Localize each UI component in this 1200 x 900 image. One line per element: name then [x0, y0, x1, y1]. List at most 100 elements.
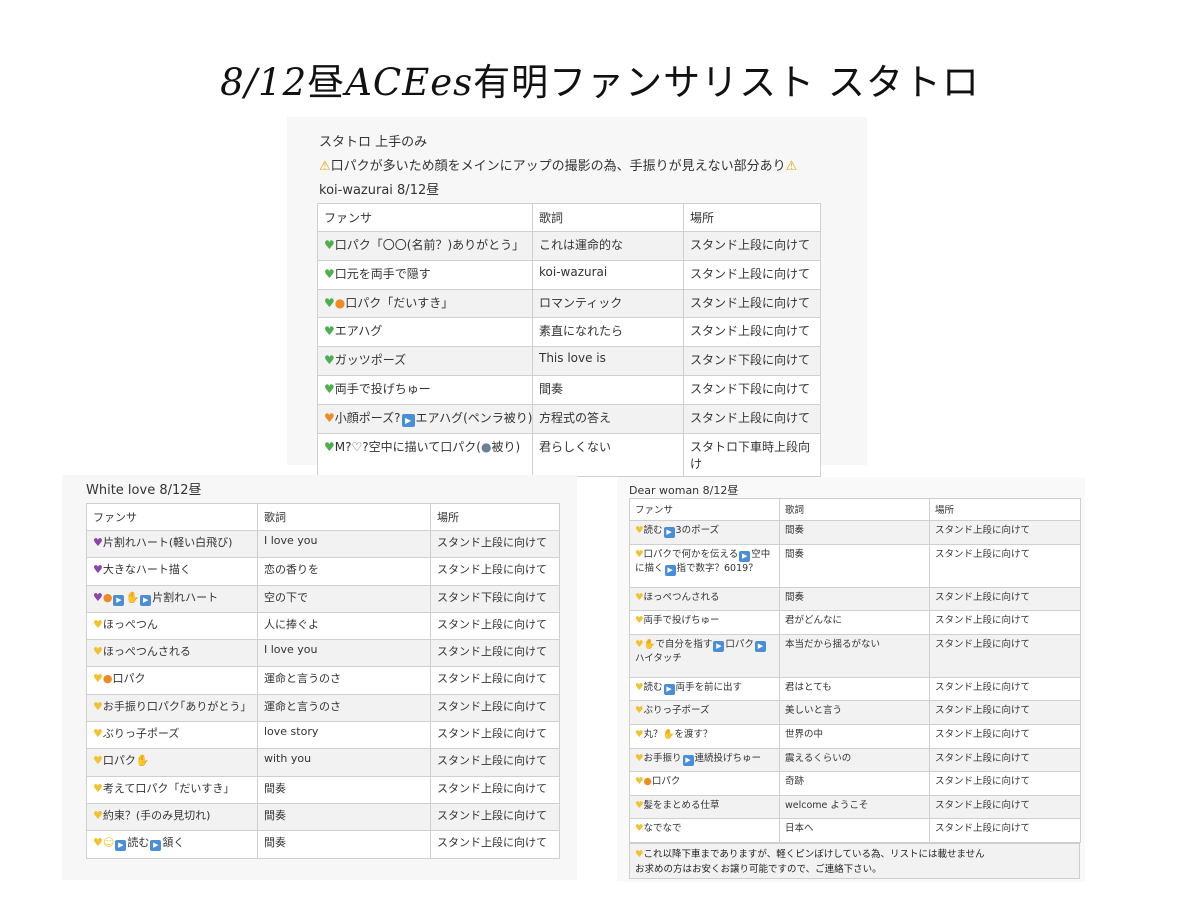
place-cell: スタンド上段に向けて: [683, 231, 821, 261]
fansa-cell: ♥お手振り口パク｢ありがとう｣: [86, 693, 258, 723]
thumbs-up-icon: ✋: [643, 638, 656, 650]
lyric-cell: 君がどんなに: [779, 610, 930, 635]
purple-heart-icon: ♥: [93, 563, 103, 577]
lyric-cell: 間奏: [779, 543, 930, 588]
fansa-cell: ♥なでなで: [629, 818, 780, 843]
table-row: ♥なでなで 日本へ スタンド上段に向けて: [629, 818, 1081, 843]
place-cell: スタンド上段に向けて: [929, 700, 1081, 725]
place-cell: スタンド下段に向けて: [683, 346, 821, 376]
yellow-heart-icon: ♥: [93, 699, 103, 713]
table-row: ♥片割れハート(軽い白飛び) I love you スタンド上段に向けて: [86, 529, 560, 559]
thumbs-up-icon: ✋: [125, 590, 140, 604]
lyric-cell: 素直になれたら: [532, 317, 684, 348]
yellow-heart-icon: ♥: [635, 728, 644, 740]
card3-song-title: Dear woman 8/12昼: [629, 484, 739, 497]
place-cell: スタンド上段に向けて: [430, 611, 560, 641]
fansa-cell: ♥ほっぺつんされる: [629, 586, 780, 612]
fansa-cell: ♥小顔ポーズ? ▶ エアハグ(ペンラ被り): [317, 403, 533, 434]
title-group: ACEes: [345, 61, 474, 104]
play-icon: ▶: [739, 550, 751, 562]
header-lyric: 歌詞: [257, 503, 431, 531]
play-icon: ▶: [713, 640, 725, 652]
card1-warning-text: 口パクが多いため顔をメインにアップの撮影の為、手振りが見えない部分あり: [330, 159, 786, 174]
play-icon: ▶: [150, 840, 162, 852]
header-fansa: ファンサ: [317, 203, 533, 232]
fansa-cell: ♥大きなハート描く: [86, 557, 258, 586]
footnote: ♥これ以降下車までありますが、軽くピンぼけしている為、リストには載せません お求…: [629, 843, 1080, 879]
yellow-heart-icon: ♥: [635, 823, 644, 835]
table-row: ♥ほっぺつん 人に捧ぐよ スタンド上段に向けて: [86, 611, 560, 641]
play-icon: ▶: [401, 413, 415, 427]
place-cell: スタンド上段に向けて: [430, 775, 560, 804]
table-row: ♥読む ▶ 両手を前に出す 君はとても スタンド上段に向けて: [629, 676, 1081, 702]
fansa-cell: ♥読む ▶ 両手を前に出す: [629, 676, 780, 702]
place-cell: スタンド上段に向けて: [929, 633, 1081, 678]
table-row: ♥●口パク「だいすき」 ロマンティック スタンド上段に向けて: [317, 288, 821, 319]
table-row: ♥小顔ポーズ? ▶ エアハグ(ペンラ被り) 方程式の答え スタンド上段に向けて: [317, 403, 821, 434]
footnote-line2: お求めの方はお安くお譲り可能ですので、ご連絡下さい。: [635, 864, 882, 875]
table-row: ♥約束？(手のみ見切れ) 間奏 スタンド上段に向けて: [86, 802, 560, 832]
fansa-cell: ♥●口パク: [86, 666, 258, 695]
table-row: ♥口パク✋ with you スタンド上段に向けて: [86, 748, 560, 777]
table-row: ♥● ▶ ✋ ▶ 片割れハート 空の下で スタンド下段に向けて: [86, 584, 560, 613]
lyric-cell: koi-wazurai: [532, 259, 684, 290]
lyric-cell: 君らしくない: [532, 432, 684, 477]
place-cell: スタンド下段に向けて: [430, 584, 560, 613]
yellow-heart-icon: ♥: [635, 849, 644, 860]
yellow-heart-icon: ♥: [635, 752, 644, 764]
fansa-cell: ♥約束？(手のみ見切れ): [86, 802, 258, 832]
place-cell: スタンド上段に向けて: [929, 543, 1081, 588]
table-row: ♥考えて口パク「だいすき」 間奏 スタンド上段に向けて: [86, 775, 560, 804]
table-row: ♥丸？✋を渡す？ 世界の中 スタンド上段に向けて: [629, 723, 1081, 749]
yellow-heart-icon: ♥: [635, 705, 644, 717]
lyric-cell: 間奏: [257, 830, 431, 859]
lyric-cell: with you: [257, 748, 431, 777]
warning-icon: ⚠: [785, 159, 798, 174]
play-icon: ▶: [663, 683, 675, 695]
place-cell: スタンド上段に向けて: [683, 259, 821, 290]
play-icon: ▶: [115, 840, 127, 852]
header-fansa: ファンサ: [629, 498, 780, 521]
warning-icon: ⚠: [319, 159, 331, 174]
fansa-cell: ♥両手で投げちゅー: [629, 610, 780, 635]
place-cell: スタンド上段に向けて: [929, 771, 1081, 796]
lyric-cell: 間奏: [257, 802, 431, 832]
lyric-cell: 方程式の答え: [532, 403, 684, 434]
mouth-icon: ●: [102, 590, 113, 604]
place-cell: スタンド上段に向けて: [430, 721, 560, 750]
card2-song-title: White love 8/12昼: [86, 483, 202, 498]
fansa-cell: ♥✋で自分を指す ▶ 口パク ▶ハイタッチ: [629, 633, 780, 678]
table-row: ♥ガッツポーズ This love is スタンド下段に向けて: [317, 346, 821, 376]
fansa-cell: ♥M?♡?空中に描いて口パク(●被り): [317, 432, 533, 477]
yellow-heart-icon: ♥: [93, 645, 103, 659]
header-place: 場所: [430, 503, 560, 531]
table-row: ♥M?♡?空中に描いて口パク(●被り) 君らしくない スタトロ下車時上段向け: [317, 432, 821, 477]
title-date: 8/12: [220, 61, 308, 104]
fansa-cell: ♥ガッツポーズ: [317, 346, 533, 376]
orange-heart-icon: ♥: [324, 410, 335, 425]
yellow-heart-icon: ♥: [635, 525, 644, 536]
lyric-cell: 世界の中: [779, 723, 930, 749]
place-cell: スタンド上段に向けて: [430, 802, 560, 832]
title-rest: 有明ファンサリスト スタトロ: [473, 61, 980, 104]
lyric-cell: I love you: [257, 529, 431, 559]
fansa-cell: ♥髪をまとめる仕草: [629, 794, 780, 820]
place-cell: スタンド上段に向けて: [683, 288, 821, 319]
table-row: ♥大きなハート描く 恋の香りを スタンド上段に向けて: [86, 557, 560, 586]
fansa-cell: ♥両手で投げちゅー: [317, 374, 533, 405]
table-row: ♥口パクで何かを伝える ▶ 空中に描く ▶ 指で数字？6019？ 間奏 スタンド上段に向…: [629, 543, 1081, 588]
lyric-cell: 間奏: [779, 586, 930, 612]
yellow-heart-icon: ♥: [93, 781, 103, 795]
table-row: ♥口元を両手で隠す koi-wazurai スタンド上段に向けて: [317, 259, 821, 290]
card1-line1: スタトロ 上手のみ: [319, 135, 428, 150]
play-icon: ▶: [664, 564, 676, 576]
yellow-heart-icon: ♥: [635, 776, 644, 788]
play-icon: ▶: [113, 594, 125, 606]
place-cell: スタトロ下車時上段向け: [683, 432, 821, 477]
fansa-cell: ♥エアハグ: [317, 317, 533, 348]
fansa-cell: ♥丸？✋を渡す？: [629, 723, 780, 749]
place-cell: スタンド上段に向けて: [430, 666, 560, 695]
green-heart-icon: ♥: [324, 381, 335, 396]
yellow-heart-icon: ♥: [93, 836, 103, 850]
purple-heart-icon: ♥: [93, 590, 103, 604]
